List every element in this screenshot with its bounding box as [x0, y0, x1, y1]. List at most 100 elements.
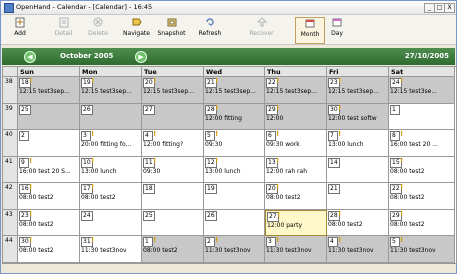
- day-cell[interactable]: 21: [327, 183, 389, 210]
- day-cell[interactable]: 31! 11:30 test3nov: [80, 236, 142, 263]
- day-cell[interactable]: 23! 12:15 test3sep...: [327, 77, 389, 104]
- day-cell[interactable]: 29! 08:00 test2: [389, 209, 455, 236]
- day-number[interactable]: 2: [205, 237, 215, 247]
- event-item[interactable]: 12:00 rah rah: [266, 168, 325, 175]
- event-item[interactable]: 12:00 fitting?: [143, 141, 202, 148]
- event-item[interactable]: 08:00 test2: [328, 221, 387, 228]
- day-cell[interactable]: 4! 11:30 test3nov: [327, 236, 389, 263]
- day-cell[interactable]: 16! 08:00 test2: [18, 183, 80, 210]
- day-cell[interactable]: 27: [142, 103, 204, 130]
- day-cell[interactable]: 28! 12:00 fitting: [204, 103, 265, 130]
- day-cell[interactable]: 2: [18, 130, 80, 157]
- day-number[interactable]: 25: [19, 104, 31, 115]
- event-item[interactable]: 09:30: [143, 168, 202, 175]
- day-number[interactable]: 18: [143, 184, 155, 194]
- day-cell[interactable]: 22! 08:00 test2: [389, 183, 455, 210]
- day-cell[interactable]: 3! 20:00 fitting fo...: [80, 130, 142, 157]
- day-cell[interactable]: 24! 12:15 test3se...: [389, 77, 455, 104]
- day-cell[interactable]: 1: [389, 103, 455, 130]
- day-cell[interactable]: 26: [204, 209, 265, 236]
- day-number[interactable]: 4: [143, 131, 153, 141]
- day-number[interactable]: 5: [205, 131, 215, 141]
- event-item[interactable]: 08:00 test2: [19, 247, 78, 254]
- day-cell[interactable]: 20! 08:00 test2: [265, 183, 327, 210]
- detail-button[interactable]: Detail: [51, 17, 76, 42]
- event-item[interactable]: 16:00 test 20 S...: [19, 168, 78, 175]
- event-item[interactable]: 11:30 test3nov: [390, 247, 453, 254]
- day-cell[interactable]: 19: [204, 183, 265, 210]
- day-cell[interactable]: 9! 16:00 test 20 S...: [18, 156, 80, 183]
- event-item[interactable]: 08:00 test2: [81, 194, 140, 201]
- previous-month-button[interactable]: ◀: [24, 51, 36, 63]
- day-cell[interactable]: 21! 12:15 test3sep...: [204, 77, 265, 104]
- day-number[interactable]: 24: [81, 210, 93, 221]
- day-cell[interactable]: 6! 09:30 work: [265, 130, 327, 157]
- event-item[interactable]: 12:15 test3sep...: [266, 88, 325, 95]
- event-item[interactable]: 09:30 work: [266, 141, 325, 148]
- day-number[interactable]: 25: [143, 210, 155, 221]
- event-item[interactable]: 13:00 lunch: [81, 168, 140, 175]
- day-cell[interactable]: 29! 12:00: [265, 103, 327, 130]
- event-item[interactable]: 12:00 fitting: [205, 115, 263, 122]
- day-cell[interactable]: 22! 12:15 test3sep...: [265, 77, 327, 104]
- day-number[interactable]: 1: [143, 237, 153, 247]
- day-number[interactable]: 26: [81, 104, 93, 115]
- day-cell[interactable]: 30! 08:00 test2: [18, 236, 80, 263]
- snapshot-button[interactable]: Snapshot: [155, 17, 188, 42]
- next-month-button[interactable]: ▶: [135, 51, 147, 63]
- day-cell[interactable]: 14: [327, 156, 389, 183]
- day-number[interactable]: 5: [390, 237, 400, 247]
- add-button[interactable]: Add: [8, 17, 32, 42]
- event-item[interactable]: 08:00 test2: [390, 194, 453, 201]
- event-item[interactable]: 08:00 test2: [390, 221, 453, 228]
- day-cell[interactable]: 7! 13:00 lunch: [327, 130, 389, 157]
- day-cell[interactable]: 1! 08:00 test2: [142, 236, 204, 263]
- refresh-button[interactable]: Refresh: [196, 17, 224, 42]
- navigate-button[interactable]: Navigate: [120, 17, 153, 42]
- day-cell[interactable]: 18: [142, 183, 204, 210]
- event-item[interactable]: 16:00 test 20 ...: [390, 141, 453, 148]
- day-cell[interactable]: 26: [80, 103, 142, 130]
- day-cell[interactable]: 2! 11:30 test3nov: [204, 236, 265, 263]
- day-cell[interactable]: 24: [80, 209, 142, 236]
- day-cell[interactable]: 30! 12:00 test softw: [327, 103, 389, 130]
- day-number[interactable]: 1: [390, 104, 400, 115]
- day-number[interactable]: 19: [205, 184, 217, 194]
- event-item[interactable]: 08:00 test2: [390, 168, 453, 175]
- day-cell-today[interactable]: 27! 12:00 party: [265, 209, 327, 236]
- event-item[interactable]: 08:00 test2: [143, 247, 202, 254]
- event-item[interactable]: 08:00 test2: [19, 194, 78, 201]
- day-cell[interactable]: 10! 13:00 lunch: [80, 156, 142, 183]
- event-item[interactable]: 12:00 party: [267, 222, 325, 229]
- day-cell[interactable]: 3! 11:30 test3nov: [265, 236, 327, 263]
- event-item[interactable]: 11:30 test3nov: [205, 247, 263, 254]
- event-item[interactable]: 12:15 test3sep...: [81, 88, 140, 95]
- day-number[interactable]: 21: [328, 184, 340, 194]
- day-number[interactable]: 3: [81, 131, 91, 141]
- event-item[interactable]: 12:15 test3sep...: [19, 88, 78, 95]
- day-cell[interactable]: 23! 08:00 test2: [18, 209, 80, 236]
- day-cell[interactable]: 15! 08:00 test2: [389, 156, 455, 183]
- event-item[interactable]: 12:15 test3sep...: [328, 88, 387, 95]
- delete-button[interactable]: Delete: [85, 17, 111, 42]
- day-cell[interactable]: 5! 11:30 test3nov: [389, 236, 455, 263]
- close-button[interactable]: X: [444, 3, 455, 13]
- event-item[interactable]: 09:30: [205, 141, 263, 148]
- day-cell[interactable]: 8! 16:00 test 20 ...: [389, 130, 455, 157]
- day-number[interactable]: 2: [19, 131, 29, 141]
- day-cell[interactable]: 4! 12:00 fitting?: [142, 130, 204, 157]
- day-cell[interactable]: 20! 12:15 test3sep...: [142, 77, 204, 104]
- event-item[interactable]: 13:00 lunch: [205, 168, 263, 175]
- day-number[interactable]: 26: [205, 210, 217, 221]
- day-cell[interactable]: 5! 09:30: [204, 130, 265, 157]
- day-cell[interactable]: 25: [18, 103, 80, 130]
- day-view-button[interactable]: Day: [327, 17, 347, 42]
- day-number[interactable]: 4: [328, 237, 338, 247]
- event-item[interactable]: 12:15 test3se...: [390, 88, 453, 95]
- event-item[interactable]: 12:15 test3sep...: [143, 88, 202, 95]
- day-cell[interactable]: 18! 12:15 test3sep...: [18, 77, 80, 104]
- event-item[interactable]: 11:30 test3nov: [81, 247, 140, 254]
- day-number[interactable]: 7: [328, 131, 338, 141]
- event-item[interactable]: 08:00 test2: [266, 194, 325, 201]
- day-cell[interactable]: 28! 08:00 test2: [327, 209, 389, 236]
